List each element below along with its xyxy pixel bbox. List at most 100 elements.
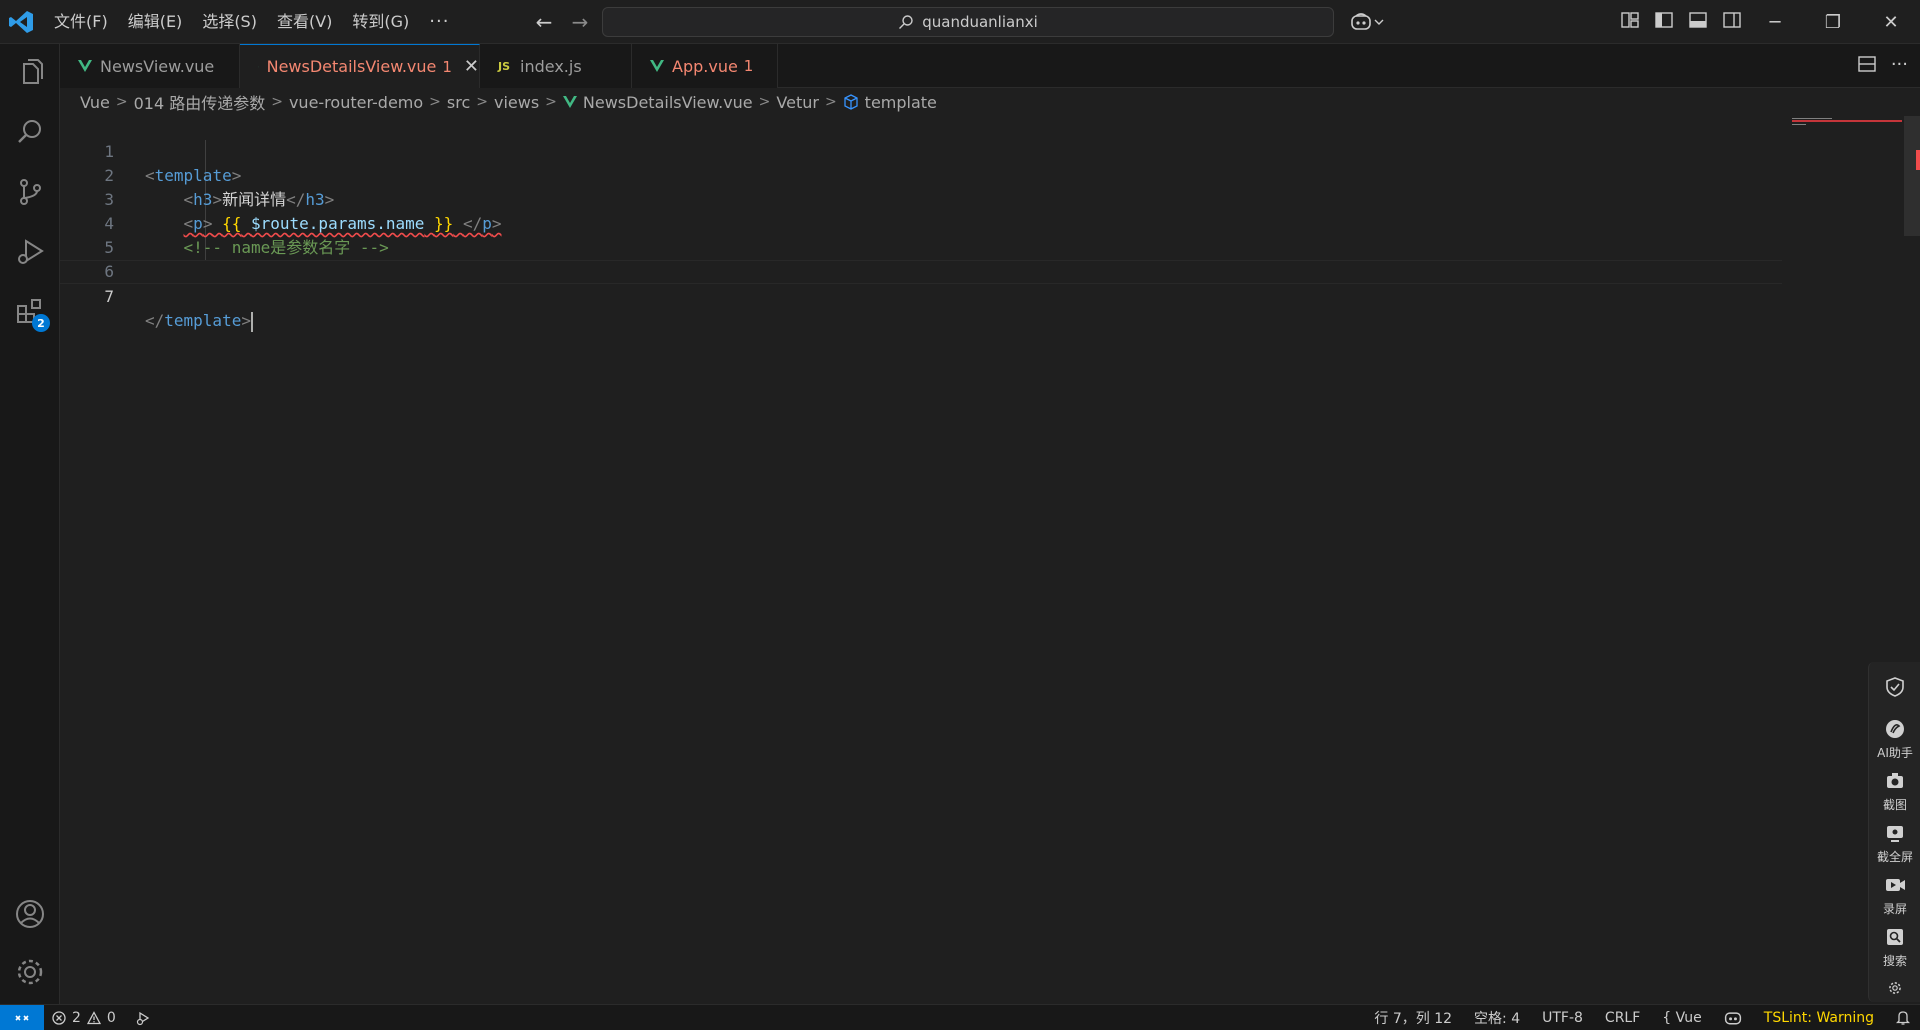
code-line[interactable]: 1 <template> (60, 116, 1782, 185)
minimap[interactable] (1792, 116, 1902, 146)
toggle-primary-sidebar-icon[interactable] (1654, 10, 1674, 30)
close-window-icon[interactable]: ✕ (1862, 0, 1920, 44)
copilot-icon (1351, 13, 1371, 30)
indentation[interactable]: 空格: 4 (1474, 1008, 1520, 1028)
floating-tools-panel: AI助手 截图 截全屏 录屏 搜索 (1868, 662, 1920, 1002)
search-view-button[interactable] (0, 104, 60, 160)
js-icon: JS (498, 59, 511, 73)
breadcrumb-item[interactable]: Vetur (776, 93, 819, 112)
remote-indicator[interactable] (0, 1005, 44, 1030)
extensions-badge: 2 (32, 314, 50, 332)
breadcrumb-item[interactable]: 014 路由传递参数 (134, 90, 266, 114)
cursor-position[interactable]: 行 7，列 12 (1374, 1008, 1452, 1028)
encoding[interactable]: UTF-8 (1542, 1010, 1583, 1026)
cube-icon (844, 94, 858, 110)
line-number: 7 (104, 287, 114, 306)
tool-screen-record[interactable]: 录屏 (1869, 874, 1920, 917)
code-line[interactable]: 3 <p> {{ $route.params.name }} </p> (60, 164, 1782, 233)
chevron-right-icon: > (824, 94, 837, 110)
status-bar: 2 0 行 7，列 12 空格: 4 UTF-8 CRLF { Vue TSLi… (0, 1004, 1920, 1030)
toggle-panel-icon[interactable] (1688, 10, 1708, 30)
run-debug-button[interactable] (0, 224, 60, 280)
explorer-button[interactable] (0, 44, 60, 100)
vscode-logo-icon[interactable] (8, 10, 34, 34)
manage-button[interactable] (0, 944, 60, 1000)
menu-more-icon[interactable]: ··· (419, 0, 459, 44)
tab-newsview[interactable]: NewsView.vue (60, 44, 240, 88)
back-arrow-icon[interactable]: ← (530, 8, 558, 36)
breadcrumb-item[interactable]: views (494, 93, 539, 112)
menu-edit[interactable]: 编辑(E) (118, 0, 193, 44)
code-line-current[interactable]: 7 </template> (60, 260, 1782, 332)
tool-label: 录屏 (1882, 902, 1907, 916)
tab-label: NewsView.vue (100, 56, 215, 76)
menu-file[interactable]: 文件(F) (44, 0, 118, 44)
code-line[interactable]: 5 (60, 212, 1782, 257)
command-center-search[interactable]: quanduanlianxi (602, 7, 1334, 37)
breadcrumb-item[interactable]: src (447, 93, 470, 112)
close-tab-icon[interactable]: ✕ (464, 56, 479, 77)
restore-icon[interactable]: ❐ (1804, 0, 1862, 44)
chevron-right-icon: > (758, 94, 771, 110)
gear-icon (17, 959, 43, 985)
menu-view[interactable]: 查看(V) (267, 0, 342, 44)
window-controls: ─ ❐ ✕ (1746, 0, 1920, 44)
navigation-arrows: ← → (530, 8, 594, 36)
tool-label: 搜索 (1882, 954, 1907, 968)
chevron-right-icon: > (429, 94, 441, 110)
problems-indicator[interactable]: 2 0 (52, 1005, 152, 1030)
tool-fullscreen-capture[interactable]: 截全屏 (1869, 822, 1920, 865)
accounts-button[interactable] (0, 886, 60, 942)
code-line[interactable]: 2 <h3>新闻详情</h3> (60, 140, 1782, 209)
error-icon (52, 1011, 66, 1025)
copilot-button[interactable] (1350, 8, 1390, 36)
run-debug-icon (18, 239, 44, 264)
end-of-line[interactable]: CRLF (1605, 1010, 1640, 1026)
code-editor[interactable]: 1 <template> 2 <h3>新闻详情</h3> 3 <p> {{ $r… (60, 116, 1900, 1002)
breadcrumb-item[interactable]: NewsDetailsView.vue (583, 93, 753, 112)
code-line[interactable]: 4 <!-- name是参数名字 --> (60, 188, 1782, 257)
customize-layout-icon[interactable] (1620, 10, 1640, 30)
split-editor-icon[interactable] (1857, 54, 1877, 74)
video-record-icon (1886, 879, 1905, 891)
warning-icon (86, 1011, 101, 1025)
title-bar: 文件(F) 编辑(E) 选择(S) 查看(V) 转到(G) ··· ← → qu… (0, 0, 1920, 44)
tool-ai-assistant[interactable]: AI助手 (1869, 718, 1920, 761)
tslint-status[interactable]: TSLint: Warning (1764, 1010, 1874, 1026)
layout-controls (1620, 10, 1742, 30)
tool-label: 截图 (1882, 798, 1907, 812)
breadcrumb-item[interactable]: vue-router-demo (289, 93, 423, 112)
more-actions-icon[interactable]: ··· (1891, 54, 1908, 75)
copilot-icon[interactable] (1724, 1010, 1742, 1026)
vertical-scrollbar[interactable] (1904, 116, 1920, 236)
forward-arrow-icon[interactable]: → (566, 8, 594, 36)
breadcrumb-item[interactable]: template (865, 93, 937, 112)
toggle-secondary-sidebar-icon[interactable] (1722, 10, 1742, 30)
source-control-button[interactable] (0, 164, 60, 220)
bell-icon[interactable] (1896, 1010, 1910, 1026)
remote-icon (15, 1015, 29, 1021)
tool-shield[interactable] (1869, 676, 1920, 702)
tab-app-vue[interactable]: App.vue 1 (632, 44, 778, 88)
tool-image-search[interactable]: 搜索 (1869, 926, 1920, 969)
code-line[interactable]: 6 (60, 236, 1782, 281)
language-mode[interactable]: { Vue (1662, 1010, 1702, 1026)
breadcrumb-item[interactable]: Vue (80, 93, 110, 112)
extensions-button[interactable]: 2 (0, 284, 60, 340)
tab-index-js[interactable]: JS index.js (480, 44, 632, 88)
tool-label: 截全屏 (1876, 850, 1913, 864)
tool-settings[interactable] (1869, 980, 1920, 1000)
image-search-icon (1887, 929, 1903, 945)
activity-bar: 2 (0, 44, 60, 1004)
port-forward-icon[interactable] (136, 1010, 152, 1026)
chevron-right-icon: > (545, 94, 557, 110)
minimize-icon[interactable]: ─ (1746, 0, 1804, 44)
tab-newsdetailsview[interactable]: NewsDetailsView.vue 1 ✕ (240, 44, 480, 88)
menu-selection[interactable]: 选择(S) (192, 0, 267, 44)
editor-actions: ··· (1857, 54, 1908, 75)
gear-icon (1889, 982, 1901, 994)
breadcrumb: Vue > 014 路由传递参数 > vue-router-demo > src… (80, 90, 937, 114)
menu-go[interactable]: 转到(G) (342, 0, 419, 44)
tool-screenshot[interactable]: 截图 (1869, 770, 1920, 813)
vue-icon (258, 66, 259, 67)
